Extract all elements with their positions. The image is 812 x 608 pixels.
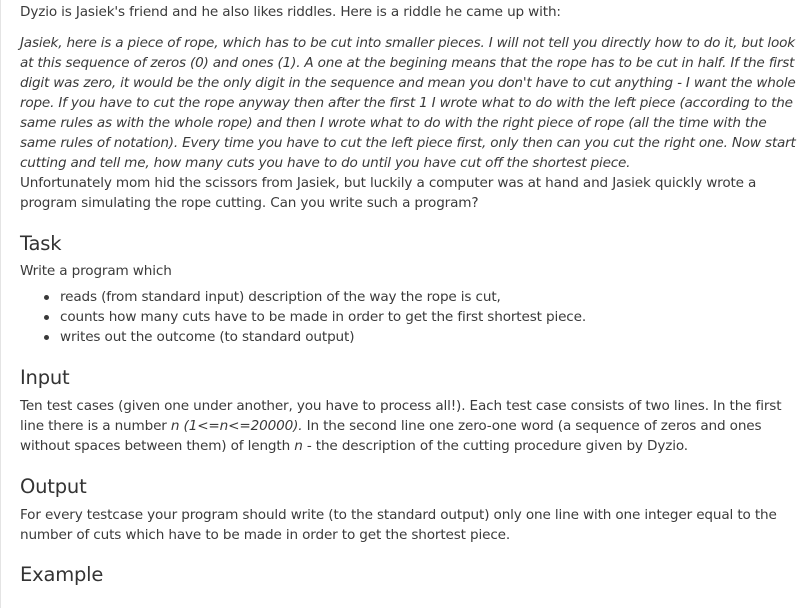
task-list: reads (from standard input) description … [20, 287, 804, 347]
intro-paragraph: Dyzio is Jasiek's friend and he also lik… [20, 4, 561, 20]
story-paragraph: Unfortunately mom hid the scissors from … [20, 175, 757, 211]
input-text-end: - the description of the cutting procedu… [306, 438, 688, 454]
riddle-paragraph: Jasiek, here is a piece of rope, which h… [20, 35, 796, 171]
example-heading: Example [20, 563, 104, 586]
task-lead: Write a program which [20, 263, 172, 279]
output-heading: Output [20, 475, 87, 498]
input-var-n: n [294, 438, 303, 454]
task-item-read: reads (from standard input) description … [44, 287, 804, 307]
input-heading: Input [20, 366, 70, 389]
problem-statement: Dyzio is Jasiek's friend and he also lik… [20, 2, 804, 587]
input-constraint: n (1<=n<=20000). [170, 418, 303, 434]
task-item-count: counts how many cuts have to be made in … [44, 307, 804, 327]
task-item-write: writes out the outcome (to standard outp… [44, 327, 804, 347]
task-heading: Task [20, 232, 62, 255]
input-paragraph: Ten test cases (given one under another,… [20, 396, 804, 456]
problem-page: Dyzio is Jasiek's friend and he also lik… [0, 0, 812, 608]
output-paragraph: For every testcase your program should w… [20, 507, 777, 543]
